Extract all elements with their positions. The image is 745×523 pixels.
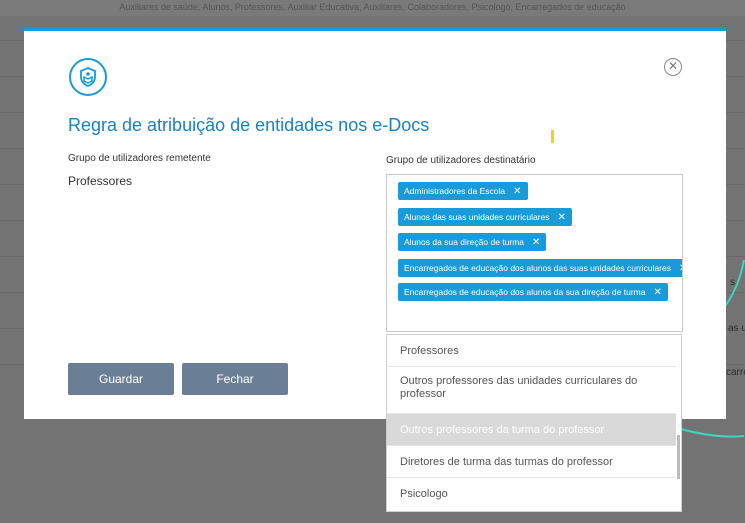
remove-tag-icon[interactable]: ✕ xyxy=(558,212,566,223)
sender-group-label: Grupo de utilizadores remetente xyxy=(68,153,211,164)
dropdown-scrollbar[interactable] xyxy=(677,435,680,479)
tag-label: Encarregados de educação dos alunos da s… xyxy=(404,287,646,297)
close-icon[interactable]: ✕ xyxy=(664,58,682,76)
dropdown-option[interactable]: Outros professores das unidades curricul… xyxy=(387,367,676,414)
save-button[interactable]: Guardar xyxy=(68,363,174,395)
remove-tag-icon[interactable]: ✕ xyxy=(653,287,661,298)
modal-title: Regra de atribuição de entidades nos e-D… xyxy=(68,115,430,135)
destination-tags-input[interactable]: Administradores da Escola ✕ Alunos das su… xyxy=(386,174,683,332)
tag-chip: Encarregados de educação dos alunos das … xyxy=(398,259,682,277)
tag-chip: Alunos da sua direção de turma ✕ xyxy=(398,233,547,251)
dropdown-option-highlighted[interactable]: Outros professores da turma do professor xyxy=(387,414,676,446)
tag-label: Encarregados de educação dos alunos das … xyxy=(404,263,671,273)
destination-group-label: Grupo de utilizadores destinatário xyxy=(386,155,536,166)
tag-label: Administradores da Escola xyxy=(404,186,506,196)
shield-book-icon xyxy=(69,58,107,96)
remove-tag-icon[interactable]: ✕ xyxy=(513,186,521,197)
tag-chip: Administradores da Escola ✕ xyxy=(398,182,528,200)
sender-group-value: Professores xyxy=(68,174,133,188)
dropdown-option[interactable]: Psicologo xyxy=(387,478,676,511)
destination-options-dropdown: Professores Outros professores das unida… xyxy=(386,334,682,512)
cursor-marker xyxy=(551,130,554,143)
dropdown-option[interactable]: Diretores de turma das turmas do profess… xyxy=(387,446,676,478)
tag-label: Alunos das suas unidades curriculares xyxy=(404,212,550,222)
dropdown-option[interactable]: Professores xyxy=(387,335,676,367)
background-header-text: Auxiliares de saúde, Alunos, Professores… xyxy=(0,0,745,16)
tag-chip: Alunos das suas unidades curriculares ✕ xyxy=(398,208,572,226)
tag-label: Alunos da sua direção de turma xyxy=(404,237,525,247)
remove-tag-icon[interactable]: ✕ xyxy=(679,263,682,274)
remove-tag-icon[interactable]: ✕ xyxy=(532,237,540,248)
close-button[interactable]: Fechar xyxy=(182,363,288,395)
tag-chip: Encarregados de educação dos alunos da s… xyxy=(398,283,668,301)
